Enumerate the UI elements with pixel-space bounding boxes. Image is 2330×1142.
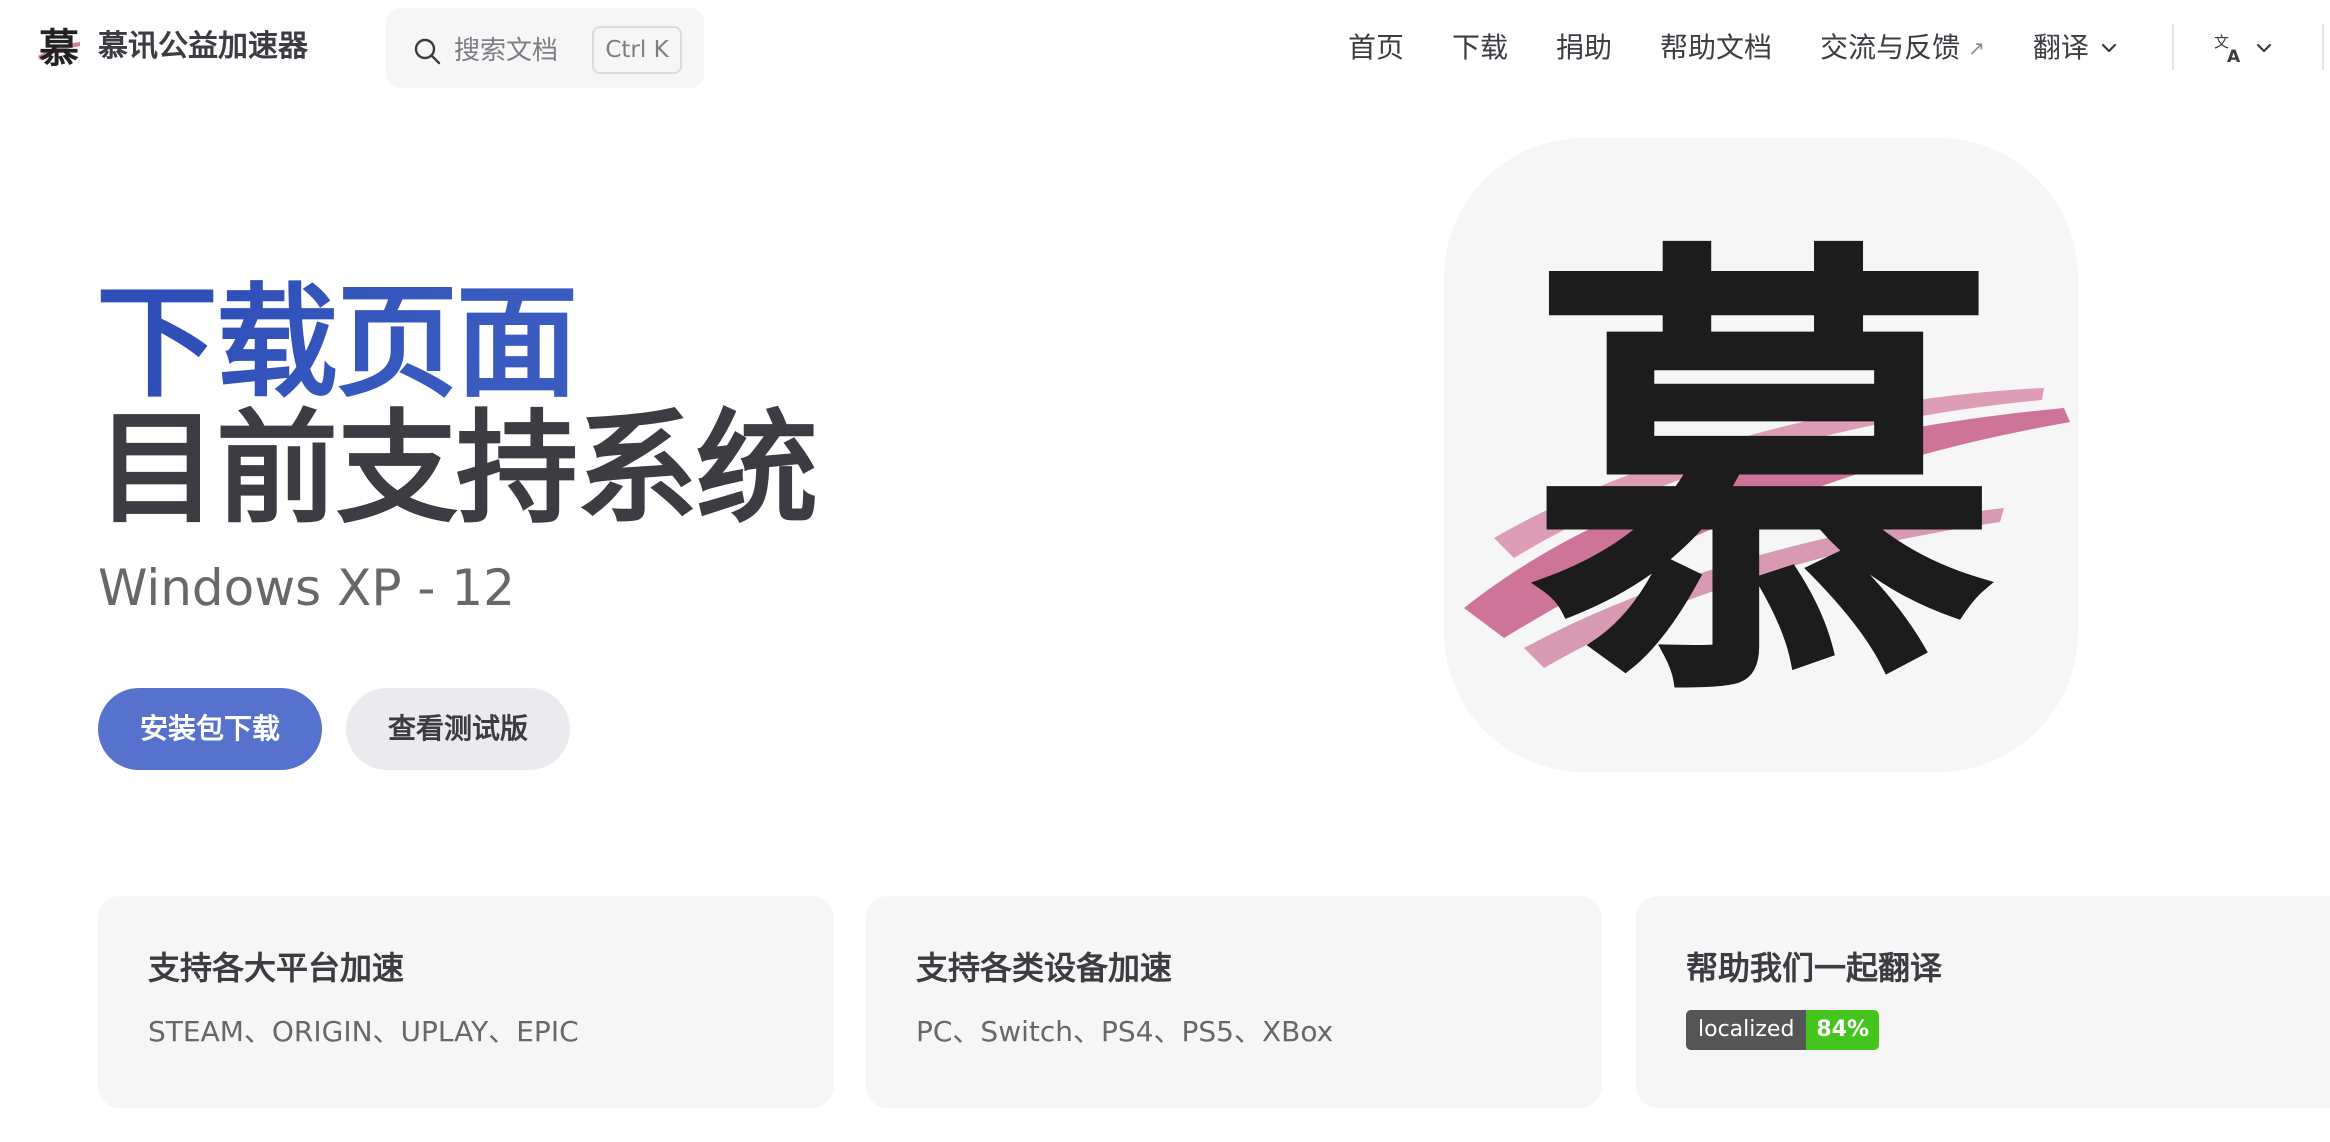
nav-menu: 首页 下载 捐助 帮助文档 交流与反馈 ↗ 翻译 <box>1348 28 2167 68</box>
language-switcher[interactable]: 文 A <box>2212 28 2282 68</box>
chevron-down-icon <box>2101 43 2116 53</box>
hero-logo-image: 慕 <box>1464 202 2070 754</box>
svg-text:慕: 慕 <box>1529 202 1999 754</box>
nav-link-label: 首页 <box>1348 31 1405 64</box>
nav-dropdown-translate[interactable]: 翻译 <box>2033 28 2119 68</box>
svg-text:A: A <box>2227 47 2241 65</box>
search-label: 搜索文档 <box>454 36 559 66</box>
localization-badge[interactable]: localized 84% <box>1686 1010 1880 1050</box>
badge-label: localized <box>1686 1010 1807 1050</box>
translate-icon: 文 A <box>2214 33 2241 65</box>
nav-link-download[interactable]: 下载 <box>1452 28 1508 68</box>
nav-link-home[interactable]: 首页 <box>1348 28 1404 68</box>
hero-tagline: Windows XP - 12 <box>98 559 515 617</box>
nav-link-feedback[interactable]: 交流与反馈 ↗ <box>1820 28 1985 68</box>
feature-details: PC、Switch、PS4、PS5、XBox <box>916 1015 1334 1048</box>
external-link-icon: ↗ <box>1968 36 1985 60</box>
chevron-down-icon <box>2256 43 2272 53</box>
nav-link-donate[interactable]: 捐助 <box>1556 28 1612 68</box>
feature-details: STEAM、ORIGIN、UPLAY、EPIC <box>148 1015 579 1048</box>
top-navbar: 慕 慕讯公益加速器 搜索文档 Ctrl K 首页 下载 捐助 帮助文档 交流与反… <box>0 0 2330 96</box>
nav-divider <box>2322 24 2324 70</box>
site-title[interactable]: 慕讯公益加速器 <box>98 26 308 68</box>
feature-title: 支持各类设备加速 <box>916 949 1173 987</box>
nav-link-label: 交流与反馈 <box>1820 31 1961 64</box>
hero-image: 慕 <box>1444 138 2078 772</box>
feature-card: 支持各类设备加速 PC、Switch、PS4、PS5、XBox <box>866 896 1602 1108</box>
nav-divider <box>2172 24 2174 70</box>
nav-link-label: 帮助文档 <box>1660 31 1773 64</box>
view-beta-button[interactable]: 查看测试版 <box>346 688 570 770</box>
search-icon <box>414 38 441 65</box>
nav-link-label: 翻译 <box>2032 31 2089 64</box>
feature-card: 支持各大平台加速 STEAM、ORIGIN、UPLAY、EPIC <box>98 896 834 1108</box>
nav-link-help-docs[interactable]: 帮助文档 <box>1660 28 1772 68</box>
svg-text:慕: 慕 <box>39 25 79 72</box>
nav-link-label: 捐助 <box>1556 31 1613 64</box>
feature-title: 帮助我们一起翻译 <box>1686 949 1943 987</box>
hero-name: 下载页面 <box>96 272 578 414</box>
nav-link-label: 下载 <box>1452 31 1509 64</box>
site-logo[interactable]: 慕 <box>34 22 84 72</box>
hero-text: 目前支持系统 <box>96 398 818 540</box>
search-shortcut-key: Ctrl K <box>592 26 682 74</box>
feature-card-translate[interactable]: 帮助我们一起翻译 localized 84% <box>1636 896 2330 1108</box>
installer-download-button[interactable]: 安装包下载 <box>98 688 322 770</box>
search-button[interactable]: 搜索文档 Ctrl K <box>386 8 704 88</box>
badge-value: 84% <box>1806 1010 1880 1050</box>
feature-title: 支持各大平台加速 <box>148 949 405 987</box>
